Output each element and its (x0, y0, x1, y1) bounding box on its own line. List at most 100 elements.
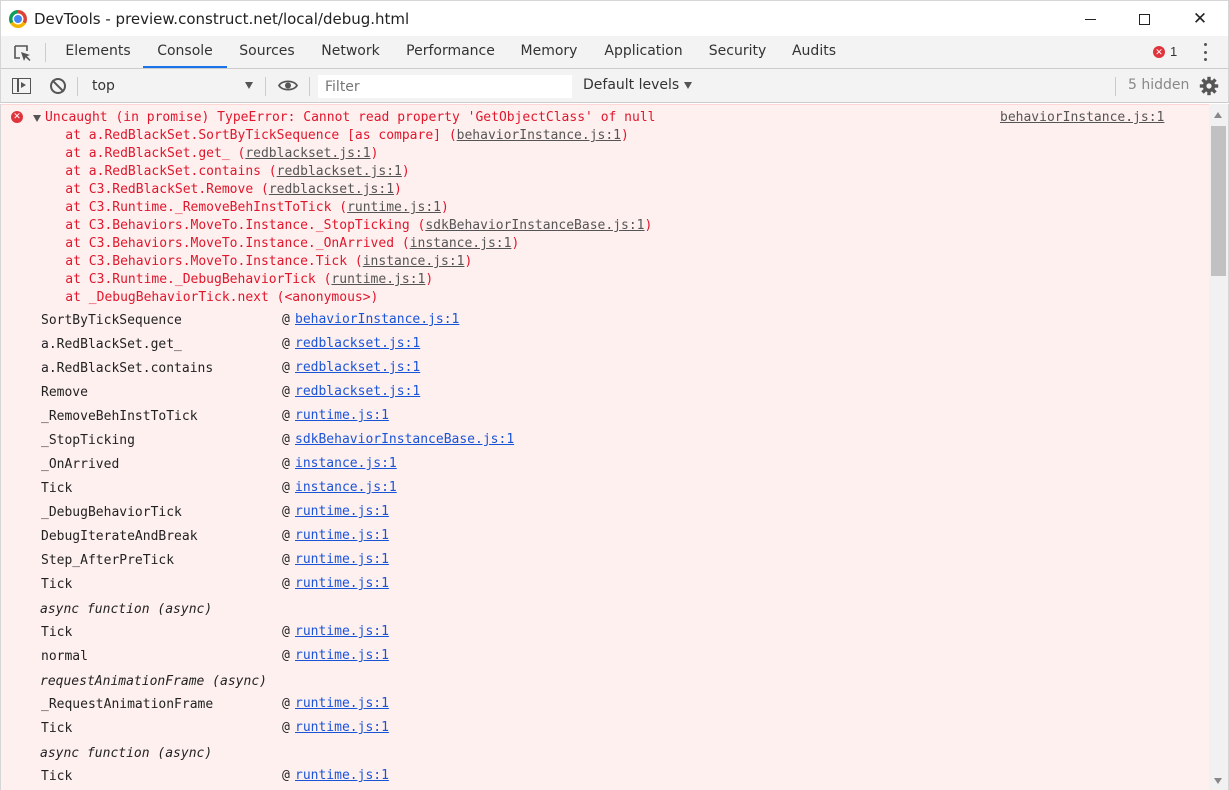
live-expression-eye-icon[interactable] (278, 78, 298, 93)
stack-frame-at: @ (282, 408, 290, 423)
stack-frame-function: a.RedBlackSet.contains (41, 361, 214, 376)
scrollbar-thumb[interactable] (1211, 126, 1226, 276)
tab-network[interactable]: Network (307, 36, 394, 68)
trace-source-link[interactable]: redblackset.js:1 (277, 164, 402, 179)
trace-text: at _DebugBehaviorTick.next (<anonymous>) (34, 290, 379, 305)
stack-frame-source-link[interactable]: runtime.js:1 (295, 648, 389, 663)
vertical-scrollbar[interactable] (1209, 104, 1228, 790)
trace-source-link[interactable]: instance.js:1 (363, 254, 465, 269)
console-toolbar: top Default levels 5 hidden (0, 69, 1229, 103)
stack-frame-source-link[interactable]: instance.js:1 (295, 480, 397, 495)
trace-source-link[interactable]: instance.js:1 (410, 236, 512, 251)
error-source-link[interactable]: behaviorInstance.js:1 (1000, 109, 1164, 127)
trace-line: at C3.Runtime._DebugBehaviorTick (runtim… (34, 271, 433, 289)
scroll-down-arrow-icon[interactable] (1214, 778, 1222, 784)
stack-frame-at: @ (282, 360, 290, 375)
trace-source-link[interactable]: redblackset.js:1 (269, 182, 394, 197)
stack-frame-source-link[interactable]: instance.js:1 (295, 456, 397, 471)
expand-triangle-icon[interactable] (33, 115, 41, 122)
console-settings-gear-icon[interactable] (1199, 76, 1219, 96)
trace-line: at _DebugBehaviorTick.next (<anonymous>) (34, 289, 378, 307)
stack-frame-source-link[interactable]: runtime.js:1 (295, 624, 389, 639)
tab-application[interactable]: Application (591, 36, 696, 68)
stack-frame-at: @ (282, 504, 290, 519)
filter-input[interactable] (318, 75, 572, 98)
stack-frame-source-link[interactable]: runtime.js:1 (295, 768, 389, 783)
trace-line: at a.RedBlackSet.SortByTickSequence [as … (34, 127, 629, 145)
async-boundary-label: requestAnimationFrame (async) (40, 674, 267, 689)
stack-frame-at: @ (282, 432, 290, 447)
stack-frame-source-link[interactable]: runtime.js:1 (295, 408, 389, 423)
trace-text: at C3.Behaviors.MoveTo.Instance.Tick ( (34, 254, 363, 269)
stack-frame-source-link[interactable]: redblackset.js:1 (295, 360, 420, 375)
stack-frame-function: SortByTickSequence (41, 313, 182, 328)
async-boundary-label: async function (async) (40, 602, 213, 617)
stack-frame-source-link[interactable]: runtime.js:1 (295, 720, 389, 735)
stack-frame-source-link[interactable]: behaviorInstance.js:1 (295, 312, 459, 327)
toolbar-separator (77, 77, 78, 96)
window-title: DevTools - preview.construct.net/local/d… (34, 10, 410, 28)
stack-frame-at: @ (282, 336, 290, 351)
trace-text: at a.RedBlackSet.SortByTickSequence [as … (34, 128, 457, 143)
tab-audits[interactable]: Audits (779, 36, 849, 68)
stack-frame-at: @ (282, 648, 290, 663)
error-message-block: ✕ Uncaught (in promise) TypeError: Canno… (1, 104, 1210, 790)
stack-frame-source-link[interactable]: runtime.js:1 (295, 552, 389, 567)
stack-frame-source-link[interactable]: runtime.js:1 (295, 528, 389, 543)
trace-text: at C3.Behaviors.MoveTo.Instance._StopTic… (34, 218, 426, 233)
context-selector[interactable]: top (85, 75, 257, 97)
more-options-icon[interactable] (1204, 43, 1208, 61)
tab-sources[interactable]: Sources (227, 36, 307, 68)
trace-line: at a.RedBlackSet.contains (redblackset.j… (34, 163, 410, 181)
stack-frame-function: Tick (41, 481, 73, 496)
close-button[interactable]: ✕ (1177, 1, 1223, 37)
tab-performance[interactable]: Performance (394, 36, 507, 68)
stack-frame-source-link[interactable]: sdkBehaviorInstanceBase.js:1 (295, 432, 514, 447)
tab-separator (45, 43, 46, 62)
chrome-logo-icon (9, 10, 27, 28)
trace-paren: ) (425, 272, 434, 287)
inspect-element-icon[interactable] (13, 44, 31, 62)
title-bar: DevTools - preview.construct.net/local/d… (0, 0, 1229, 36)
console-output: ✕ Uncaught (in promise) TypeError: Canno… (0, 104, 1229, 790)
stack-frame-at: @ (282, 480, 290, 495)
scroll-up-arrow-icon[interactable] (1214, 112, 1222, 118)
trace-paren: ) (401, 164, 410, 179)
stack-frame-source-link[interactable]: runtime.js:1 (295, 504, 389, 519)
stack-frame-at: @ (282, 528, 290, 543)
stack-frame-function: _RemoveBehInstToTick (41, 409, 198, 424)
maximize-button[interactable] (1121, 1, 1167, 37)
stack-frame-at: @ (282, 456, 290, 471)
context-label: top (92, 78, 115, 94)
trace-text: at C3.Runtime._RemoveBehInstToTick ( (34, 200, 348, 215)
stack-frame-source-link[interactable]: redblackset.js:1 (295, 336, 420, 351)
levels-label: Default levels (583, 77, 680, 93)
trace-source-link[interactable]: redblackset.js:1 (245, 146, 370, 161)
stack-frame-source-link[interactable]: runtime.js:1 (295, 576, 389, 591)
error-icon: ✕ (1153, 45, 1165, 58)
stack-frame-at: @ (282, 696, 290, 711)
tab-console[interactable]: Console (143, 36, 227, 68)
trace-source-link[interactable]: runtime.js:1 (347, 200, 441, 215)
trace-paren: ) (644, 218, 653, 233)
tab-security[interactable]: Security (696, 36, 779, 68)
tab-memory[interactable]: Memory (507, 36, 591, 68)
minimize-button[interactable] (1067, 1, 1113, 37)
error-counter[interactable]: ✕ 1 (1153, 44, 1177, 59)
tab-elements[interactable]: Elements (53, 36, 143, 68)
trace-text: at C3.Runtime._DebugBehaviorTick ( (34, 272, 332, 287)
stack-frame-function: DebugIterateAndBreak (41, 529, 198, 544)
trace-paren: ) (441, 200, 449, 215)
log-levels-dropdown[interactable]: Default levels (583, 77, 693, 93)
trace-paren: ) (621, 128, 629, 143)
trace-line: at C3.Behaviors.MoveTo.Instance._StopTic… (34, 217, 652, 235)
trace-source-link[interactable]: behaviorInstance.js:1 (457, 128, 621, 143)
stack-frame-source-link[interactable]: redblackset.js:1 (295, 384, 420, 399)
trace-source-link[interactable]: runtime.js:1 (331, 272, 425, 287)
stack-frame-source-link[interactable]: runtime.js:1 (295, 696, 389, 711)
close-icon: ✕ (1192, 9, 1208, 28)
stack-frame-function: _RequestAnimationFrame (41, 697, 214, 712)
clear-console-icon[interactable] (50, 78, 66, 94)
trace-source-link[interactable]: sdkBehaviorInstanceBase.js:1 (425, 218, 644, 233)
show-sidebar-icon[interactable] (12, 78, 31, 94)
